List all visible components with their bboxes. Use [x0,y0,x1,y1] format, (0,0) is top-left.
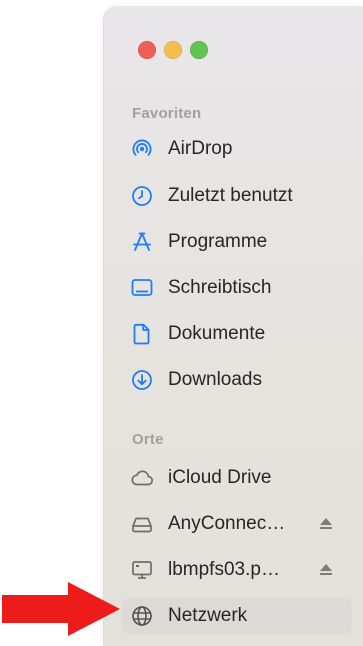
applications-icon [130,230,154,254]
sidebar-item-label: AirDrop [168,138,233,159]
sidebar-item-server[interactable]: lbmpfs03.p… [122,552,352,588]
sidebar-item-label: Schreibtisch [168,277,272,298]
sidebar-item-schreibtisch[interactable]: Schreibtisch [122,270,352,306]
document-icon [130,322,154,346]
close-button[interactable] [138,41,156,59]
drive-icon [130,512,154,536]
sidebar-item-airdrop[interactable]: AirDrop [122,131,352,167]
server-icon [130,558,154,582]
eject-icon[interactable] [318,516,334,532]
sidebar-item-netzwerk[interactable]: Netzwerk [122,598,352,634]
red-arrow-annotation [2,582,120,636]
sidebar-item-label: Netzwerk [168,605,248,626]
section-header-favoriten: Favoriten [132,105,202,122]
sidebar-item-label: Zuletzt benutzt [168,185,293,206]
sidebar-item-anyconnect[interactable]: AnyConnec… [122,506,352,542]
sidebar-item-downloads[interactable]: Downloads [122,362,352,398]
section-header-orte: Orte [132,431,164,448]
desktop-icon [130,276,154,300]
sidebar-item-recents[interactable]: Zuletzt benutzt [122,178,352,214]
minimize-button[interactable] [164,41,182,59]
clock-icon [130,184,154,208]
sidebar-item-label: Downloads [168,369,262,390]
sidebar-item-label: iCloud Drive [168,467,272,488]
cloud-icon [130,466,154,490]
sidebar-item-label: Dokumente [168,323,266,344]
sidebar-item-label: lbmpfs03.p… [168,559,280,580]
globe-icon [130,604,154,628]
sidebar-item-icloud-drive[interactable]: iCloud Drive [122,460,352,496]
sidebar-item-label: AnyConnec… [168,513,286,534]
sidebar-item-label: Programme [168,231,268,252]
finder-sidebar: Favoriten AirDrop Zuletzt benutzt Progra… [104,6,363,646]
zoom-button[interactable] [190,41,208,59]
window-controls [138,41,208,59]
sidebar-item-programme[interactable]: Programme [122,224,352,260]
airdrop-icon [130,137,154,161]
sidebar-item-dokumente[interactable]: Dokumente [122,316,352,352]
download-icon [130,368,154,392]
eject-icon[interactable] [318,562,334,578]
